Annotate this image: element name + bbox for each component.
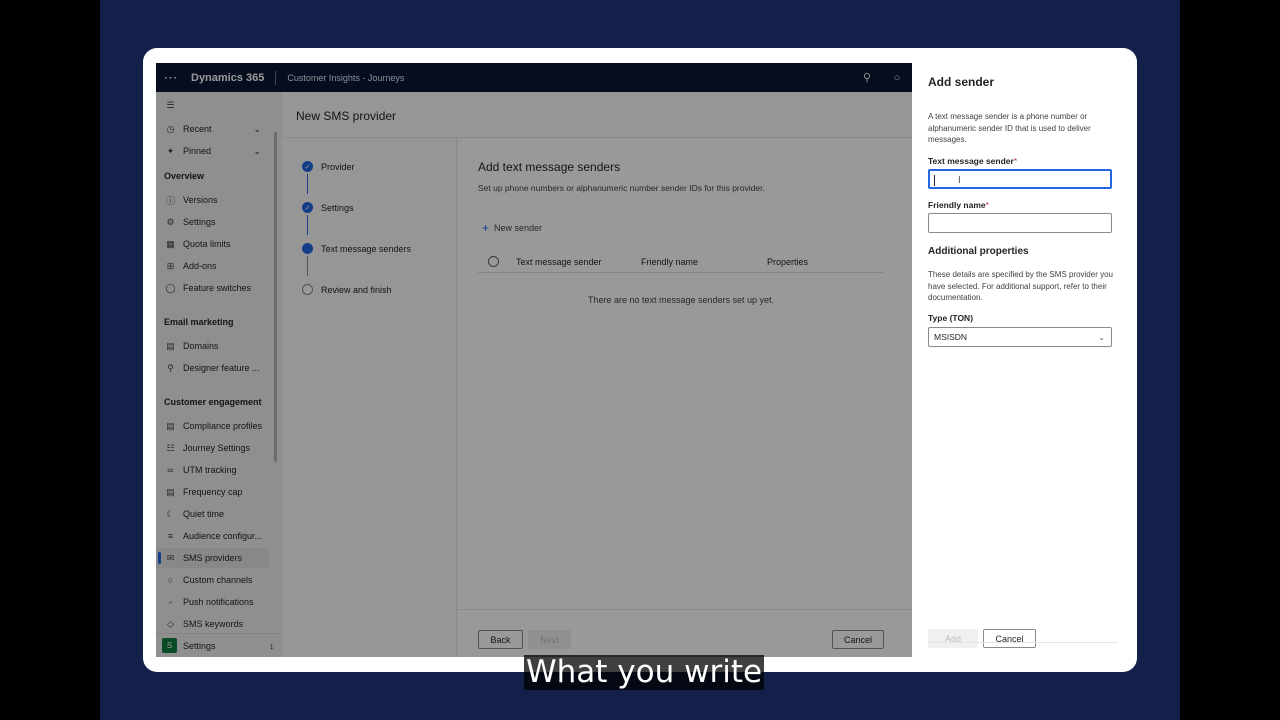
text-caret — [934, 175, 935, 186]
add-button[interactable]: Add — [928, 629, 978, 648]
type-ton-value: MSISDN — [934, 332, 968, 342]
panel-description: A text message sender is a phone number … — [928, 112, 1091, 144]
video-caption: What you write — [524, 654, 765, 690]
text-message-sender-input[interactable] — [928, 169, 1112, 189]
dynamics-app: ⋯ Dynamics 365 Customer Insights - Journ… — [156, 63, 912, 657]
ibeam-cursor-icon: I — [958, 175, 961, 186]
label-text: Text message sender — [928, 156, 1014, 166]
friendly-name-field-label: Friendly name* — [928, 200, 989, 210]
additional-properties-title: Additional properties — [928, 246, 1029, 257]
type-ton-label: Type (TON) — [928, 313, 974, 323]
panel-footer-divider — [928, 642, 1118, 643]
label-text: Friendly name — [928, 200, 986, 210]
chevron-down-icon: ⌄ — [1098, 332, 1105, 342]
screen-frame: ⋯ Dynamics 365 Customer Insights - Journ… — [143, 48, 1137, 672]
required-mark: * — [985, 200, 989, 210]
sender-field-label: Text message sender* — [928, 156, 1017, 166]
panel-cancel-button[interactable]: Cancel — [983, 629, 1036, 648]
type-ton-select[interactable]: MSISDN ⌄ — [928, 327, 1112, 347]
modal-overlay[interactable] — [156, 63, 912, 657]
panel-title: Add sender — [928, 75, 995, 89]
additional-properties-description: These details are specified by the SMS p… — [928, 270, 1113, 302]
required-mark: * — [1013, 156, 1018, 166]
friendly-name-input[interactable] — [928, 213, 1112, 233]
add-sender-panel: Add sender A text message sender is a ph… — [912, 63, 1124, 657]
